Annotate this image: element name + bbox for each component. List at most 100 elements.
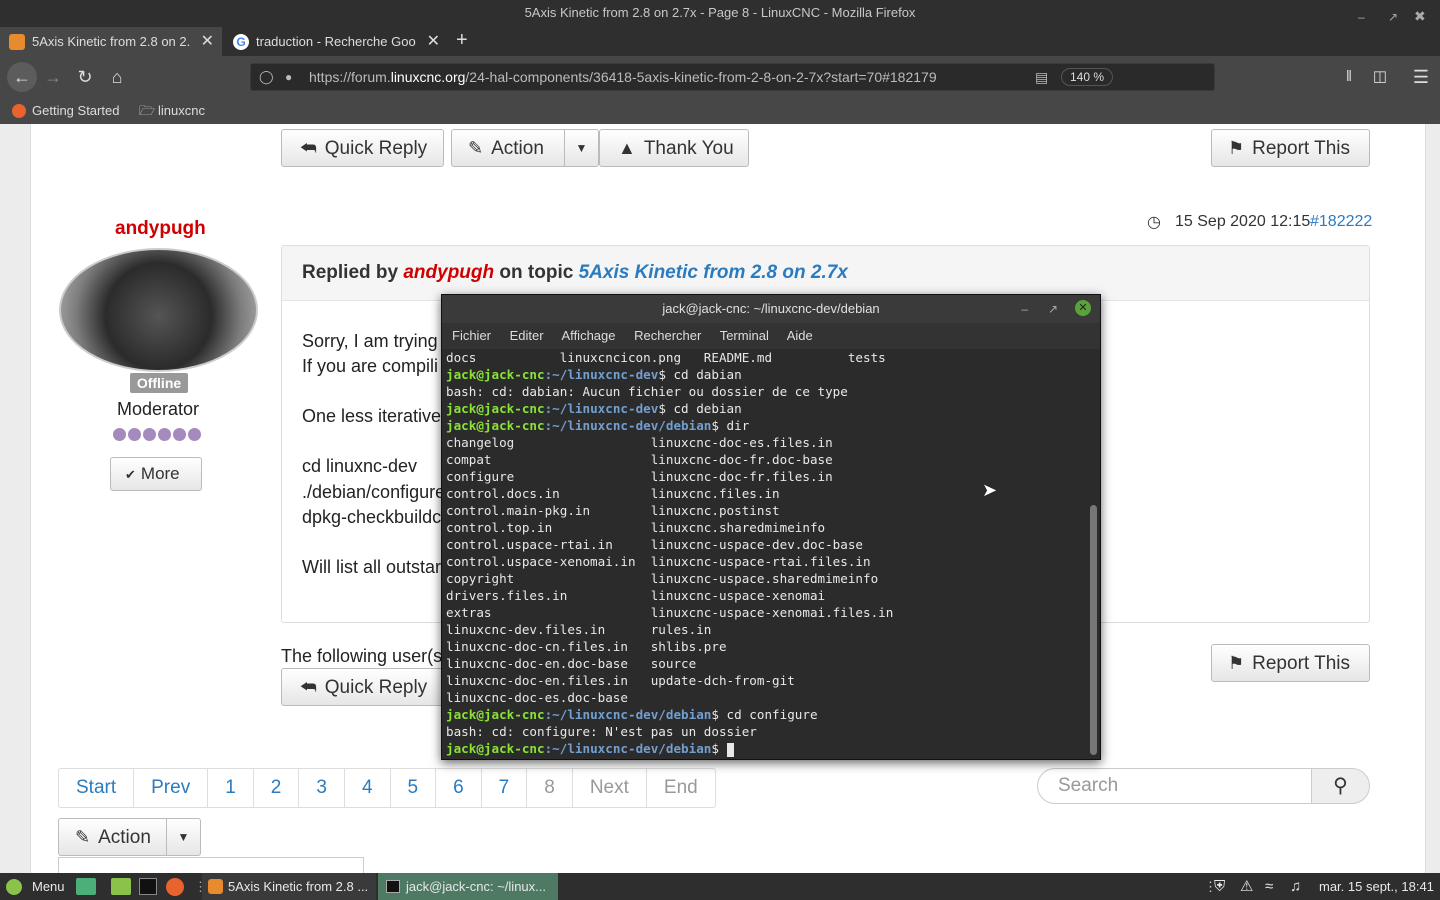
page-start[interactable]: Start [59,769,135,807]
page-prev[interactable]: Prev [134,769,209,807]
author-avatar[interactable] [59,248,258,372]
terminal-line: control.top.in linuxcnc.sharedmimeinfo [446,520,826,535]
terminal-menu-affichage[interactable]: Affichage [562,328,616,343]
post-author-name[interactable]: andypugh [115,218,206,240]
page-3[interactable]: 3 [299,769,345,807]
terminal-line: linuxcnc-doc-es.doc-base [446,690,628,705]
thanks-list: The following user(s [281,646,443,666]
terminal-line: bash: cd: configure: N'est pas un dossie… [446,724,757,739]
clock-icon: ◷ [1147,214,1161,231]
reader-view-icon[interactable]: ▤ [1035,64,1048,90]
thank-you-button[interactable]: ▲ Thank You [599,129,749,167]
library-icon[interactable]: ‖ [1336,64,1362,90]
page-8-current: 8 [527,769,573,807]
terminal-menu-terminal[interactable]: Terminal [720,328,769,343]
post-line: Will list all outstar [302,557,442,577]
wifi-icon[interactable]: ≈ [1265,873,1273,900]
terminal-minimize-icon[interactable]: – [1021,295,1028,323]
terminal-close-icon[interactable]: ✕ [1075,300,1091,316]
post-line: cd linuxnc-dev [302,456,418,476]
terminal-menu-aide[interactable]: Aide [787,328,813,343]
tab-linuxcnc-forum[interactable]: 5Axis Kinetic from 2.8 on 2. ✕ [0,27,222,56]
reload-icon[interactable]: ↻ [72,64,98,90]
start-menu-button[interactable]: Menu [32,873,65,900]
volume-icon[interactable]: ♫ [1290,873,1301,900]
terminal-line: control.main-pkg.in linuxcnc.postinst [446,503,780,518]
terminal-maximize-icon[interactable]: ↗ [1048,295,1058,323]
terminal-output[interactable]: docs linuxcncicon.png README.md tests jac… [442,349,1088,759]
page-6[interactable]: 6 [436,769,482,807]
tab-google-search[interactable]: G traduction - Recherche Goo ✕ [224,27,448,56]
post-permalink[interactable]: #182222 [1310,213,1372,231]
page-5[interactable]: 5 [391,769,437,807]
taskbar-item-firefox[interactable]: 5Axis Kinetic from 2.8 ... [202,873,376,900]
terminal-window[interactable]: jack@jack-cnc: ~/linuxcnc-dev/debian – ↗… [441,294,1101,760]
url-bar[interactable]: ◯ ● https://forum.linuxcnc.org/24-hal-co… [250,63,1215,91]
bookmarks-toolbar: Getting Started 🗁 linuxcnc [0,98,1440,124]
mouse-cursor-icon: ➤ [982,480,998,500]
terminal-scrollbar[interactable] [1090,505,1097,755]
bookmark-getting-started[interactable]: Getting Started [32,98,119,124]
terminal-launcher-icon[interactable] [139,878,157,895]
close-tab-icon[interactable]: ✕ [427,27,440,56]
quick-reply-button-bottom[interactable]: ⮪ Quick Reply [281,668,444,706]
topic-link[interactable]: 5Axis Kinetic from 2.8 on 2.7x [579,262,848,283]
report-button-bottom[interactable]: ⚑ Report This [1211,644,1370,682]
shield-icon[interactable]: ◯ [259,64,274,90]
firefox-icon [12,104,26,118]
quick-reply-button-top[interactable]: ⮪ Quick Reply [281,129,444,167]
more-button[interactable]: ✔ More [110,457,202,491]
hamburger-menu-icon[interactable]: ☰ [1408,64,1434,90]
new-tab-plus-icon[interactable]: + [456,27,476,56]
zoom-level[interactable]: 140 % [1061,68,1113,86]
terminal-line: bash: cd: dabian: Aucun fichier ou dossi… [446,384,848,399]
back-arrow-icon[interactable]: ← [7,62,37,92]
terminal-menu-fichier[interactable]: Fichier [452,328,491,343]
report-button-top[interactable]: ⚑ Report This [1211,129,1370,167]
url-text[interactable]: https://forum.linuxcnc.org/24-hal-compon… [309,64,937,90]
terminal-menubar: Fichier Editer Affichage Rechercher Term… [442,323,1100,349]
terminal-titlebar[interactable]: jack@jack-cnc: ~/linuxcnc-dev/debian – ↗… [442,295,1100,323]
lock-icon[interactable]: ● [285,64,292,90]
clock[interactable]: mar. 15 sept., 18:41 [1319,873,1434,900]
action-dropdown-toggle-bottom[interactable]: ▼ [166,818,201,856]
action-dropdown-toggle[interactable]: ▼ [564,129,599,167]
page-2[interactable]: 2 [254,769,300,807]
search-icon: ⚲ [1333,775,1348,797]
close-tab-icon[interactable]: ✕ [201,27,214,56]
terminal-line: jack@jack-cnc:~/linuxcnc-dev/debian$ cd … [446,707,818,722]
search-button[interactable]: ⚲ [1311,768,1370,804]
shield-tray-icon[interactable]: ⛨ [1214,873,1225,900]
bookmark-linuxcnc-folder[interactable]: linuxcnc [158,98,205,124]
taskbar-item-terminal[interactable]: jack@jack-cnc: ~/linux... [378,873,558,900]
page-4[interactable]: 4 [345,769,391,807]
update-manager-icon[interactable]: ⚠ [1240,873,1253,900]
flag-icon: ⚑ [1228,138,1245,158]
terminal-line: linuxcnc-doc-en.files.in update-dch-from… [446,673,795,688]
mint-logo-icon[interactable] [6,879,22,895]
chevron-down-icon: ✔ [125,467,136,482]
reply-author-link[interactable]: andypugh [403,262,494,283]
file-manager-icon[interactable] [111,878,131,895]
post-timestamp: 15 Sep 2020 12:15 [1175,213,1311,230]
firefox-launcher-icon[interactable] [166,878,184,896]
page-end: End [663,777,698,798]
action-button-top[interactable]: ✎ Action [451,129,565,167]
dropdown-menu-partial [58,857,364,873]
terminal-menu-rechercher[interactable]: Rechercher [634,328,701,343]
tab-label: traduction - Recherche Goo [256,34,416,49]
terminal-line: control.uspace-rtai.in linuxcnc-uspace-d… [446,537,864,552]
terminal-title: jack@jack-cnc: ~/linuxcnc-dev/debian [662,301,880,316]
page-1[interactable]: 1 [208,769,254,807]
terminal-menu-editer[interactable]: Editer [510,328,544,343]
home-icon[interactable]: ⌂ [104,64,130,90]
post-line: ./debian/configure [302,482,446,502]
show-desktop-icon[interactable] [76,878,96,895]
thumbs-up-icon: ▲ [618,138,636,158]
forward-arrow-icon[interactable]: → [40,64,66,90]
page-7[interactable]: 7 [482,769,528,807]
sidebar-icon[interactable]: ◫ [1367,64,1393,90]
close-window-icon[interactable]: ✖ [1414,3,1426,29]
page-next: Next [573,769,647,807]
search-input[interactable]: Search [1037,768,1312,804]
